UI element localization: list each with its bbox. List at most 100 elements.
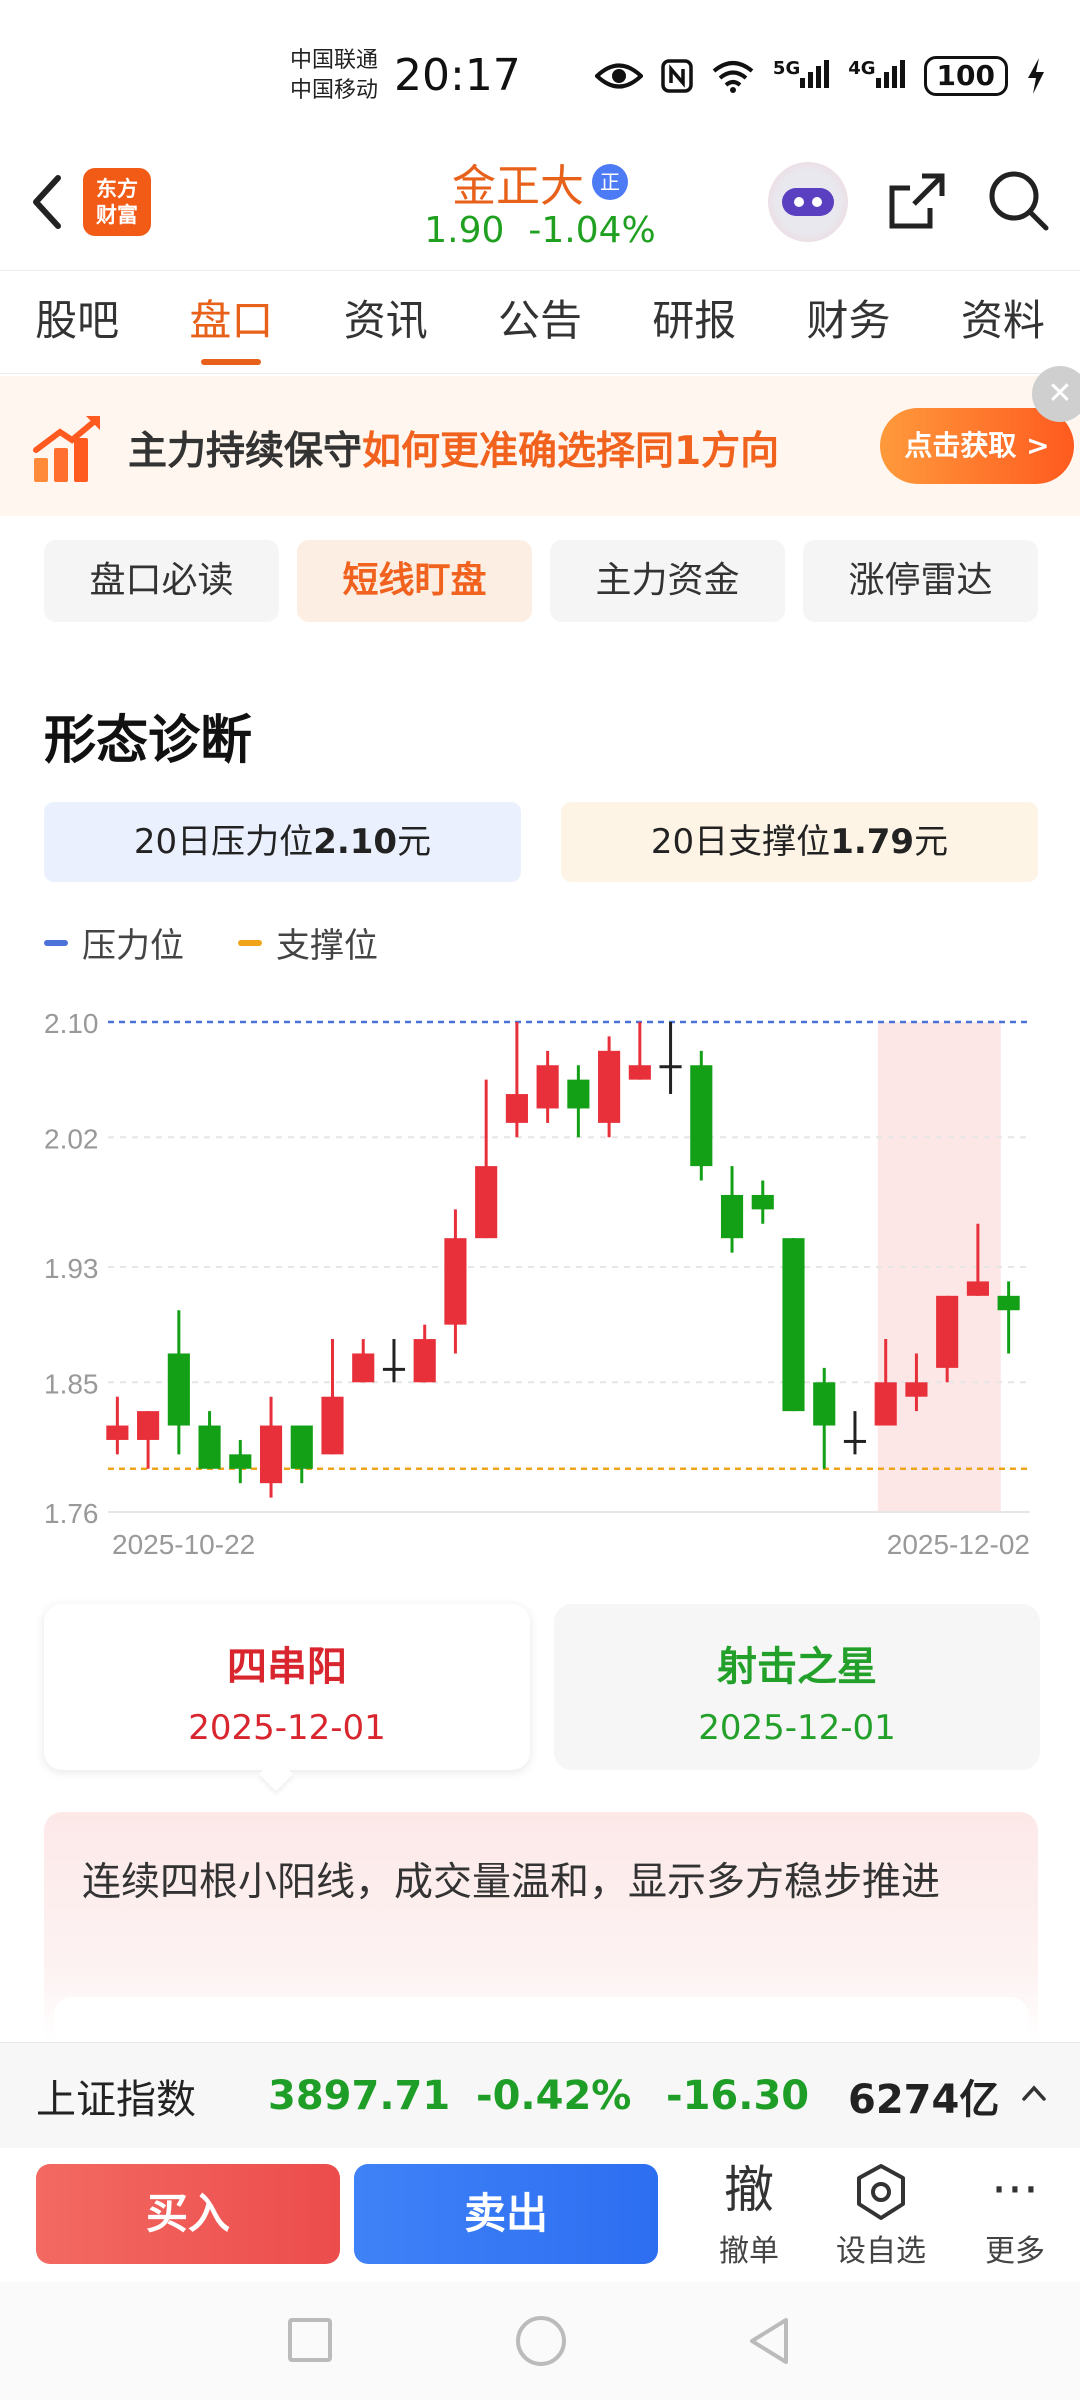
candle-body <box>905 1382 928 1397</box>
tab-announcements[interactable]: 公告 <box>463 271 617 373</box>
candle-body <box>137 1411 160 1440</box>
charging-icon <box>1028 58 1044 94</box>
tab-profile[interactable]: 资料 <box>926 271 1080 373</box>
candle-body <box>167 1353 190 1426</box>
recent-apps-icon[interactable] <box>288 2318 332 2362</box>
index-turnover: 6274亿 <box>848 2076 1000 2123</box>
subtab-limit-up-radar[interactable]: 涨停雷达 <box>803 540 1038 622</box>
stock-name: 金正大 <box>452 161 584 212</box>
carrier-1: 中国联通 <box>290 48 379 73</box>
stock-header: 东方 财富 金正大正 1.90 -1.04% <box>0 150 1080 268</box>
pattern-card-bearish[interactable]: 射击之星 2025-12-01 <box>554 1604 1040 1770</box>
tab-guba[interactable]: 股吧 <box>0 271 154 373</box>
ai-assistant-avatar[interactable] <box>768 162 848 242</box>
candle-body <box>106 1425 129 1440</box>
candle-body <box>352 1353 375 1383</box>
tab-pankou[interactable]: 盘口 <box>154 271 308 373</box>
candle-body <box>598 1050 621 1123</box>
battery-icon: 100 <box>923 56 1008 96</box>
close-icon[interactable]: ✕ <box>1032 366 1080 422</box>
watchlist-icon <box>826 2158 936 2222</box>
add-watchlist-label: 设自选 <box>836 2234 926 2269</box>
candle-body <box>874 1382 897 1426</box>
back-triangle-icon[interactable] <box>744 2314 794 2368</box>
search-icon[interactable] <box>984 166 1054 236</box>
market-index-bar[interactable]: 上证指数 3897.71 -0.42% -16.30 6274亿 <box>0 2042 1080 2148</box>
candlestick-chart[interactable]: 2.10 2.02 1.93 1.85 1.76 2025-10-22 2025-12-02 <box>0 990 1080 1570</box>
promo-banner[interactable]: 主力持续保守如何更准确选择同1方向 点击获取 > <box>0 376 1080 516</box>
status-bar: 中国联通 中国移动 20:17 5G 4G 100 <box>0 0 1080 150</box>
pattern-name: 四串阳 <box>227 1644 347 1690</box>
pattern-card-bullish[interactable]: 四串阳 2025-12-01 <box>44 1604 530 1770</box>
candle-body <box>229 1454 252 1469</box>
share-icon[interactable] <box>882 166 952 236</box>
candle-body <box>813 1382 836 1426</box>
candle-body <box>536 1065 559 1109</box>
index-value: 3897.71 <box>268 2072 451 2119</box>
pattern-date: 2025-12-01 <box>188 1708 386 1748</box>
section-title: 形态诊断 <box>44 711 253 771</box>
stock-tabs: 股吧 盘口 资讯 公告 研报 财务 资料 <box>0 270 1080 374</box>
pattern-description: 连续四根小阳线，成交量温和，显示多方稳步推进 <box>44 1812 1038 2057</box>
index-name: 上证指数 <box>36 2076 196 2123</box>
tab-news[interactable]: 资讯 <box>309 271 463 373</box>
signal-5g-icon: 5G <box>773 58 830 95</box>
candle-body <box>382 1367 406 1371</box>
system-nav-bar <box>0 2282 1080 2400</box>
y-tick-label: 1.76 <box>44 1498 99 1529</box>
index-change-pct: -0.42% <box>476 2072 632 2119</box>
status-icons: 5G 4G 100 <box>594 56 1046 96</box>
eye-icon <box>594 63 643 89</box>
index-change: -16.30 <box>666 2072 810 2119</box>
sell-button[interactable]: 卖出 <box>354 2164 658 2264</box>
price-levels: 20日压力位2.10元 20日支撑位1.79元 <box>44 802 1038 882</box>
candle-body <box>843 1439 867 1443</box>
candle-body <box>505 1094 528 1123</box>
promo-get-button[interactable]: 点击获取 > <box>880 408 1074 484</box>
candle-body <box>475 1166 498 1239</box>
chevron-up-icon[interactable] <box>1020 2079 1048 2107</box>
more-label: 更多 <box>985 2234 1045 2269</box>
y-tick-label: 1.85 <box>44 1368 99 1399</box>
subtab-must-read[interactable]: 盘口必读 <box>44 540 279 622</box>
y-tick-label: 1.93 <box>44 1253 99 1284</box>
y-tick-label: 2.02 <box>44 1123 99 1154</box>
cancel-order-icon: 撤 <box>724 2161 774 2219</box>
candle-body <box>628 1065 651 1080</box>
promo-text-highlight: 如何更准确选择同1方向 <box>362 429 780 474</box>
home-icon[interactable] <box>516 2316 566 2366</box>
candle-body <box>720 1194 744 1239</box>
candle-body <box>936 1295 959 1368</box>
stock-price: 1.90 <box>424 210 505 251</box>
candle-body <box>290 1425 313 1469</box>
candle-body <box>567 1079 590 1109</box>
candle-body <box>321 1396 344 1455</box>
candle-body <box>997 1295 1020 1311</box>
cancel-order-button[interactable]: 撤 撤单 <box>694 2158 804 2270</box>
tab-finance[interactable]: 财务 <box>771 271 925 373</box>
buy-button[interactable]: 买入 <box>36 2164 340 2264</box>
more-dots-icon: ··· <box>991 2161 1039 2219</box>
trade-action-bar: 买入 卖出 撤 撤单 设自选 ··· 更多 <box>0 2148 1080 2282</box>
pattern-date: 2025-12-01 <box>698 1708 896 1748</box>
candle-body <box>659 1065 682 1069</box>
candle-body <box>782 1238 805 1412</box>
candle-body <box>690 1065 713 1167</box>
nfc-icon <box>661 59 693 93</box>
add-watchlist-button[interactable]: 设自选 <box>826 2158 936 2270</box>
candle-body <box>259 1425 283 1484</box>
legend-resistance: 压力位 <box>44 918 184 967</box>
wifi-icon <box>712 61 754 93</box>
sub-tabs: 盘口必读 短线盯盘 主力资金 涨停雷达 <box>44 540 1038 622</box>
x-start-label: 2025-10-22 <box>112 1529 255 1560</box>
cancel-order-label: 撤单 <box>719 2234 779 2269</box>
candle-body <box>751 1194 774 1210</box>
robot-icon <box>782 188 834 216</box>
more-button[interactable]: ··· 更多 <box>960 2158 1070 2270</box>
stock-change-pct: -1.04% <box>528 210 656 251</box>
subtab-short-term[interactable]: 短线盯盘 <box>297 540 532 622</box>
chart-legend: 压力位 支撑位 <box>44 918 378 967</box>
carrier-info: 中国联通 中国移动 <box>290 46 378 106</box>
subtab-main-funds[interactable]: 主力资金 <box>550 540 785 622</box>
tab-research[interactable]: 研报 <box>617 271 771 373</box>
